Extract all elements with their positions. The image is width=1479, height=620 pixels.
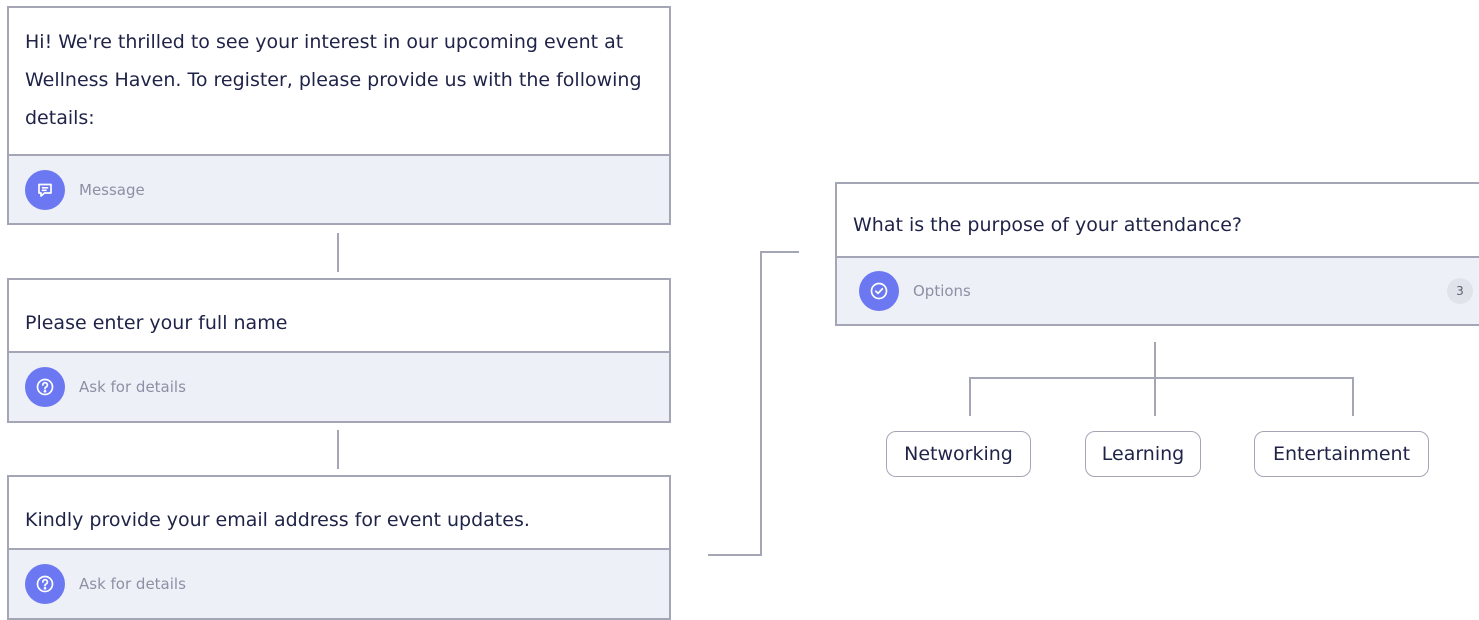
check-circle-icon [859, 271, 899, 311]
node-type-footer: Options 3 [837, 256, 1479, 324]
connector-email-to-purpose-h1 [708, 554, 762, 556]
node-type-label: Ask for details [79, 378, 186, 396]
node-email[interactable]: Kindly provide your email address for ev… [7, 475, 671, 620]
node-welcome-message[interactable]: Hi! We're thrilled to see your interest … [7, 6, 671, 225]
connector-email-to-purpose-v [760, 251, 762, 556]
node-type-footer: Ask for details [9, 351, 669, 421]
option-learning[interactable]: Learning [1085, 431, 1201, 477]
connector-email-to-purpose-h2 [760, 251, 799, 253]
node-type-footer: Ask for details [9, 548, 669, 618]
node-type-label: Options [913, 282, 971, 300]
node-type-label: Ask for details [79, 575, 186, 593]
option-entertainment[interactable]: Entertainment [1254, 431, 1429, 477]
connector-name-to-email [337, 430, 339, 469]
connector-options-bar [969, 377, 1354, 379]
option-count-badge: 3 [1447, 278, 1473, 304]
node-text: What is the purpose of your attendance? [853, 214, 1242, 236]
node-type-footer: Message [9, 154, 669, 223]
question-icon [25, 367, 65, 407]
question-icon [25, 564, 65, 604]
node-text: Please enter your full name [25, 312, 288, 334]
node-text: Hi! We're thrilled to see your interest … [25, 31, 642, 129]
node-full-name[interactable]: Please enter your full name Ask for deta… [7, 278, 671, 423]
connector-option-1 [969, 377, 971, 416]
connector-welcome-to-name [337, 233, 339, 272]
option-networking[interactable]: Networking [886, 431, 1031, 477]
node-text: Kindly provide your email address for ev… [25, 509, 530, 531]
connector-option-3 [1352, 377, 1354, 416]
message-icon [25, 169, 65, 210]
connector-options-stem [1154, 342, 1156, 416]
node-purpose-options[interactable]: What is the purpose of your attendance? … [835, 182, 1479, 326]
node-type-label: Message [79, 180, 145, 199]
